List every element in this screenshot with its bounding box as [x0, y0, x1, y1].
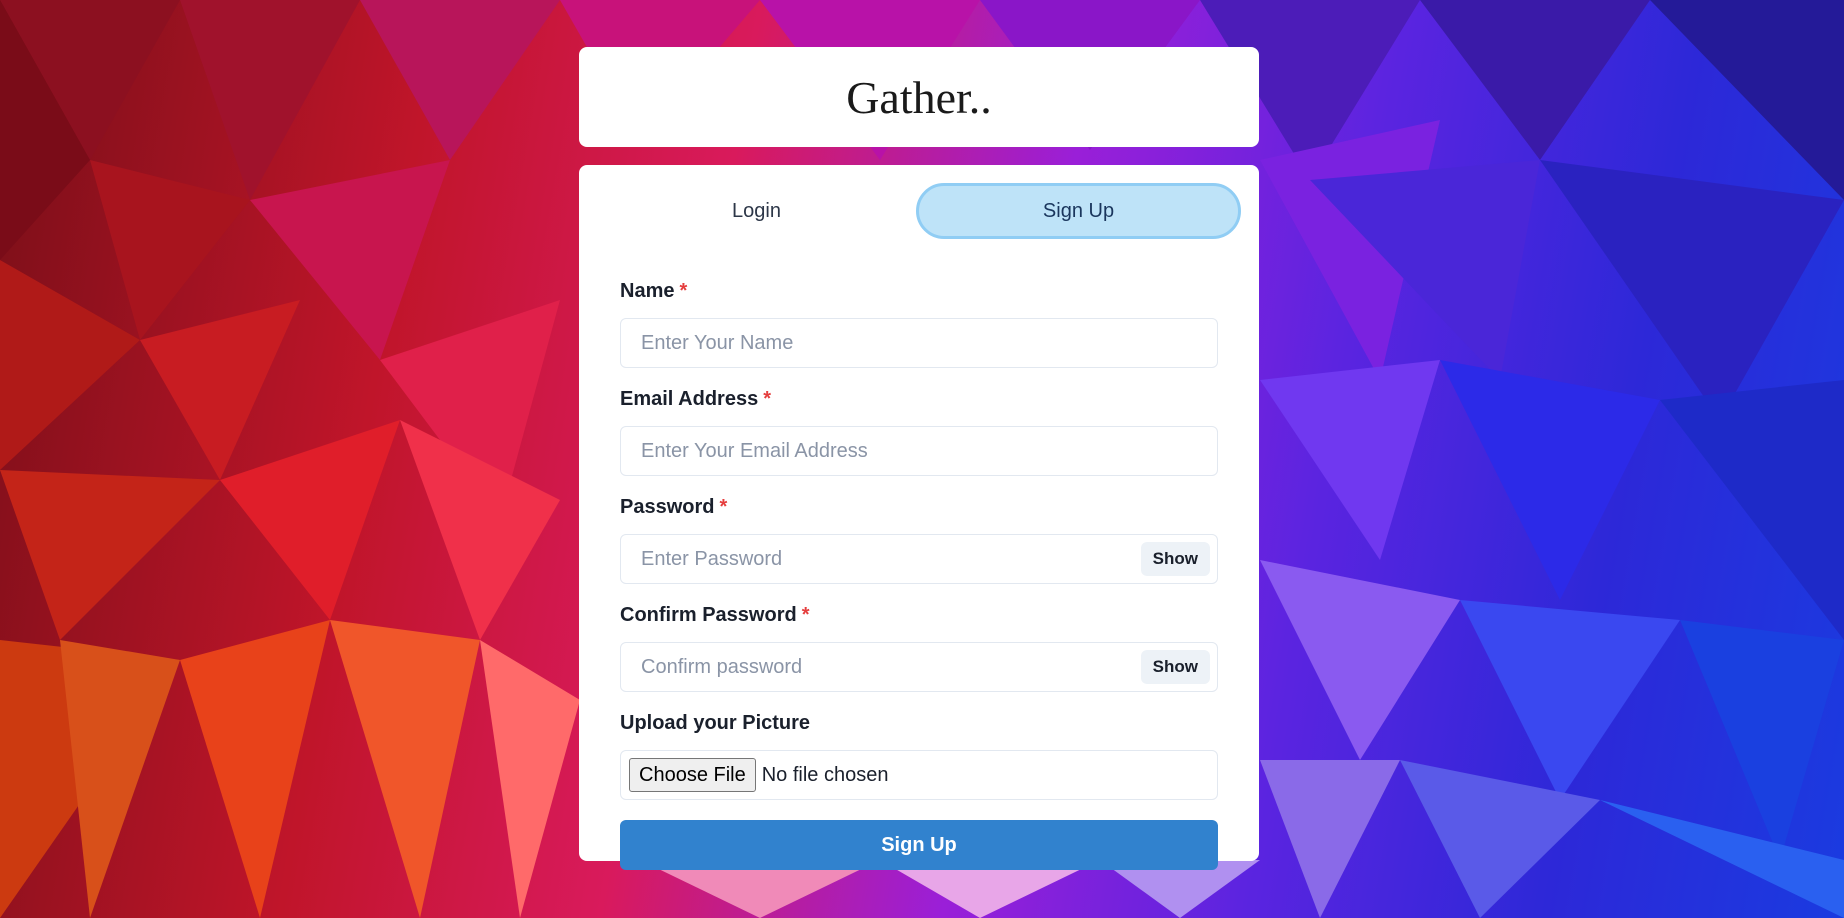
confirm-password-label: Confirm Password *: [620, 604, 1218, 626]
name-field-wrapper: [620, 318, 1218, 368]
app-header-card: Gather..: [579, 47, 1259, 147]
confirm-password-input[interactable]: [621, 643, 1217, 691]
password-input[interactable]: [621, 535, 1217, 583]
name-label: Name *: [620, 280, 1218, 302]
password-label-text: Password: [620, 496, 715, 518]
auth-tabs: Login Sign Up: [597, 183, 1241, 239]
confirm-password-field-wrapper: Show: [620, 642, 1218, 692]
tab-sign-up[interactable]: Sign Up: [916, 183, 1241, 239]
show-password-button[interactable]: Show: [1140, 542, 1210, 576]
required-mark: *: [719, 496, 728, 518]
required-mark: *: [763, 388, 771, 410]
password-label: Password *: [620, 496, 1218, 518]
required-mark: *: [801, 604, 810, 626]
picture-label: Upload your Picture: [620, 712, 811, 734]
password-field-wrapper: Show: [620, 534, 1218, 584]
confirm-password-label-text: Confirm Password: [620, 604, 797, 626]
picture-upload-field: Choose File No file chosen: [620, 750, 1218, 800]
name-input[interactable]: [621, 319, 1217, 367]
email-label-text: Email Address: [620, 388, 759, 410]
email-field-wrapper: [620, 426, 1218, 476]
file-status-text: No file chosen: [761, 763, 889, 786]
name-label-text: Name: [620, 280, 675, 302]
auth-card: Login Sign Up Name* Email Address* Passw…: [579, 165, 1259, 870]
email-input[interactable]: [621, 427, 1217, 475]
sign-up-form: Name* Email Address* Password* Show Conf…: [620, 280, 1218, 870]
required-mark: *: [679, 280, 688, 302]
sign-up-submit-button[interactable]: Sign Up: [620, 820, 1218, 870]
show-confirm-password-button[interactable]: Show: [1140, 650, 1210, 684]
tab-login[interactable]: Login: [597, 183, 916, 239]
app-title: Gather..: [846, 71, 992, 123]
choose-file-button[interactable]: Choose File: [629, 758, 756, 792]
email-label: Email Address *: [620, 388, 1218, 410]
